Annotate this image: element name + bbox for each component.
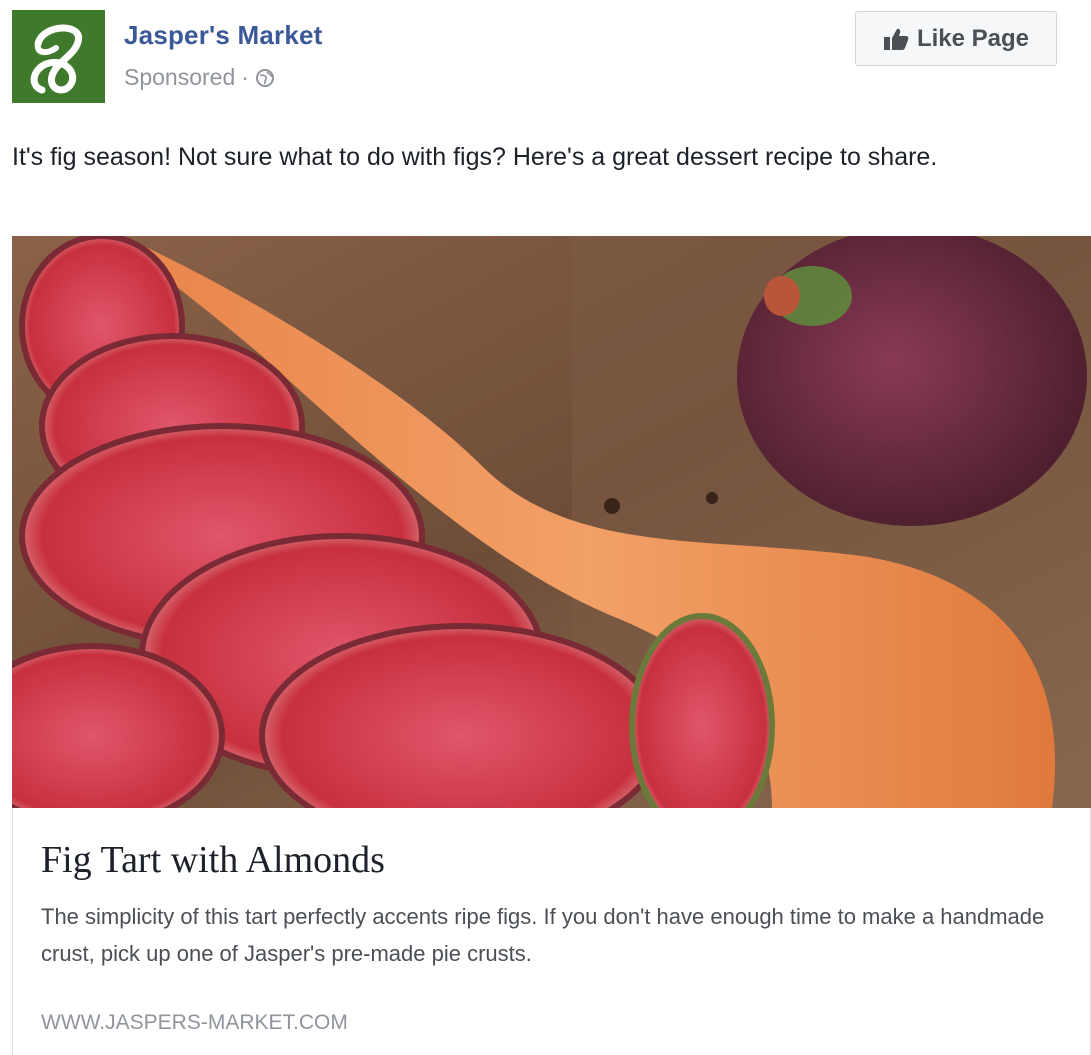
meta-separator: · — [241, 64, 249, 90]
like-page-label: Like Page — [916, 24, 1030, 52]
link-description: The simplicity of this tart perfectly ac… — [41, 904, 1045, 966]
link-title[interactable]: Fig Tart with Almonds — [41, 838, 385, 882]
script-j-logo — [30, 24, 82, 94]
page-name-link[interactable]: Jasper's Market — [124, 20, 323, 51]
sponsored-row: Sponsored · — [124, 64, 275, 91]
globe-icon — [255, 68, 275, 88]
page-avatar[interactable] — [12, 10, 105, 103]
link-domain[interactable]: WWW.JASPERS-MARKET.COM — [41, 1011, 348, 1035]
link-card[interactable]: Fig Tart with Almonds The simplicity of … — [12, 808, 1091, 1055]
fig-tart-photo[interactable] — [12, 236, 1091, 808]
post-text: It's fig season! Not sure what to do wit… — [12, 143, 938, 171]
thumbs-up-icon — [883, 27, 909, 51]
like-page-button[interactable]: Like Page — [855, 11, 1057, 66]
fig-tart-illustration — [12, 236, 1091, 808]
sponsored-label[interactable]: Sponsored — [124, 64, 235, 91]
